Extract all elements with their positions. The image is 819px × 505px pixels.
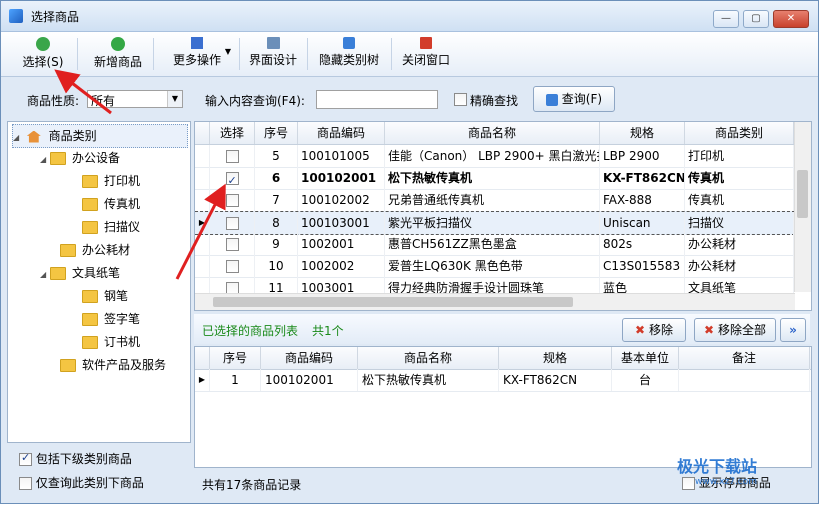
annotation-arrows xyxy=(54,69,226,280)
app-window: 选择商品 — ▢ ✕ 选择(S) 新增商品 更多操作 ▼ 界面设计 隐藏类别树 xyxy=(0,0,819,504)
annotation-arrow-checkbox xyxy=(175,183,226,280)
annotation-arrow-toolbar xyxy=(54,69,112,115)
